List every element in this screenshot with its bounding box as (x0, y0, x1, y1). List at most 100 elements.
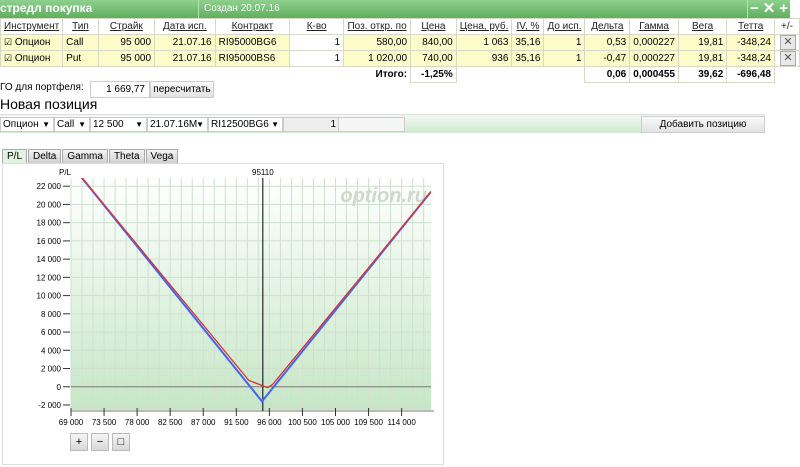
strike-value: 12 500 (93, 119, 124, 130)
table-row: ☑ Опцион Put 95 000 21.07.16 RI95000BS6 1 1 02… (0, 50, 800, 67)
y-axis-label: P/L (59, 168, 72, 177)
go-value: 1 669,77 (90, 81, 150, 98)
cell-instrument: ☑ Опцион (0, 34, 64, 51)
instrument-text: Опцион (14, 37, 51, 48)
column-header[interactable]: До исп. (543, 18, 586, 35)
y-tick-label: 0 (57, 383, 62, 392)
remove-row-button[interactable]: ✕ (780, 35, 796, 50)
cell-type: Put (62, 50, 99, 67)
cell-qty[interactable]: 1 (289, 34, 345, 51)
cell-strike: 95 000 (97, 34, 156, 51)
new-position-row: Опцион ▼ Call ▼ 12 500 ▼ 21.07.16M ▼ RI12500… (0, 114, 765, 133)
instrument-value: Опцион (3, 119, 39, 130)
instrument-text: Опцион (14, 53, 51, 64)
column-header[interactable]: Дельта (584, 18, 631, 35)
x-tick-label: 82 500 (158, 418, 183, 427)
cell-open[interactable]: 580,00 (343, 34, 412, 51)
plot-area (71, 178, 431, 410)
y-tick-label: 12 000 (37, 273, 62, 282)
column-header[interactable]: Тип (62, 18, 99, 35)
tab-delta[interactable]: Delta (28, 149, 62, 164)
tab-vega[interactable]: Vega (145, 149, 179, 164)
recalc-button[interactable]: пересчитать (150, 81, 214, 98)
cell-contract: RI95000BG6 (214, 34, 291, 51)
instrument-select[interactable]: Опцион ▼ (0, 117, 54, 132)
totals-label: Итого: (375, 69, 408, 81)
cell-gamma: 0,000227 (629, 34, 679, 51)
totals-gamma: 0,000455 (629, 66, 679, 83)
tab-theta[interactable]: Theta (108, 149, 145, 164)
cell-qty[interactable]: 1 (289, 50, 345, 67)
y-tick-label: 10 000 (37, 292, 62, 301)
column-header[interactable]: Гамма (629, 18, 679, 35)
y-tick-label: 4 000 (41, 346, 62, 355)
cell-strike: 95 000 (97, 50, 156, 67)
minimize-icon[interactable]: − (750, 0, 759, 18)
pl-chart[interactable]: -2 000 0 2 000 4 000 6 000 8 000 10 000 12 000 1… (3, 164, 443, 464)
totals-delta: 0,06 (584, 66, 631, 83)
chart-panel: -2 000 0 2 000 4 000 6 000 8 000 10 000 12 000 1… (2, 163, 444, 465)
totals-vega: 39,62 (677, 66, 728, 83)
contract-select[interactable]: RI12500BG6 ▼ (208, 117, 283, 132)
column-header[interactable]: Инструмент (0, 18, 64, 35)
remove-row-button[interactable]: ✕ (780, 51, 796, 66)
cell-date: 21.07.16 (154, 34, 216, 51)
open-price-input[interactable] (338, 117, 405, 132)
tab-gamma[interactable]: Gamma (62, 149, 108, 164)
x-tick-label: 87 000 (191, 418, 216, 427)
column-header[interactable]: Цена (410, 18, 457, 35)
cell-instrument: ☑ Опцион (0, 50, 64, 67)
add-position-button[interactable]: Добавить позицию (641, 116, 765, 133)
row-checkbox[interactable]: ☑ (4, 37, 12, 47)
column-header[interactable]: Страйк (97, 18, 156, 35)
column-header[interactable]: Дата исп. (154, 18, 216, 35)
strike-select[interactable]: 12 500 ▼ (90, 117, 147, 132)
close-icon[interactable]: ✕ (763, 0, 776, 18)
column-header[interactable]: +/- (774, 18, 800, 35)
add-icon[interactable]: + (779, 0, 788, 18)
cell-price_rub: 1 063 (455, 34, 513, 51)
y-tick-label: 22 000 (37, 182, 62, 191)
x-tick-label: 78 000 (125, 418, 150, 427)
new-position-title: Новая позиция (0, 96, 98, 112)
column-header[interactable]: Контракт (214, 18, 291, 35)
y-tick-label: 20 000 (37, 200, 62, 209)
cell-open[interactable]: 1 020,00 (343, 50, 412, 67)
date-value: 21.07.16M (150, 119, 198, 130)
zoom-in-button[interactable]: + (70, 433, 88, 451)
x-tick-label: 109 500 (354, 418, 383, 427)
qty-input[interactable]: 1 (283, 117, 340, 132)
totals-price: -1,25% (410, 66, 457, 83)
cell-delta: 0,53 (584, 34, 631, 51)
totals-theta: -696,48 (726, 66, 775, 83)
positions-table: Инструмент Тип Страйк Дата исп. Контракт К-во… (0, 18, 800, 83)
row-checkbox[interactable]: ☑ (4, 53, 12, 63)
y-tick-label: 16 000 (37, 237, 62, 246)
y-tick-label: 14 000 (37, 255, 62, 264)
cell-iv: 35,16 (511, 50, 545, 67)
column-header[interactable]: Тетта (726, 18, 775, 35)
x-tick-label: 114 000 (387, 418, 416, 427)
zoom-out-button[interactable]: − (91, 433, 109, 451)
contract-value: RI12500BG6 (211, 119, 269, 130)
column-header[interactable]: Цена, руб. (455, 18, 513, 35)
zoom-fit-button[interactable]: □ (112, 433, 130, 451)
y-tick-label: 18 000 (37, 219, 62, 228)
created-date: Создан 20.07.16 (198, 0, 280, 18)
column-header[interactable]: Вега (677, 18, 728, 35)
x-tick-label: 69 000 (59, 418, 84, 427)
cell-days: 1 (543, 34, 586, 51)
cell-theta: -348,24 (726, 34, 775, 51)
cell-days: 1 (543, 50, 586, 67)
date-select[interactable]: 21.07.16M ▼ (147, 117, 208, 132)
cell-theta: -348,24 (726, 50, 775, 67)
cell-iv: 35,16 (511, 34, 545, 51)
column-header[interactable]: IV, % (511, 18, 545, 35)
price-marker-label: 95110 (252, 168, 274, 177)
type-select[interactable]: Call ▼ (54, 117, 90, 132)
column-header[interactable]: Поз. откр. по (343, 18, 412, 35)
tab-pl[interactable]: P/L (2, 149, 28, 164)
title-bar: стредл покупка Создан 20.07.16 − ✕ + (0, 0, 790, 18)
column-header[interactable]: К-во (289, 18, 345, 35)
portfolio-title: стредл покупка (0, 1, 93, 15)
